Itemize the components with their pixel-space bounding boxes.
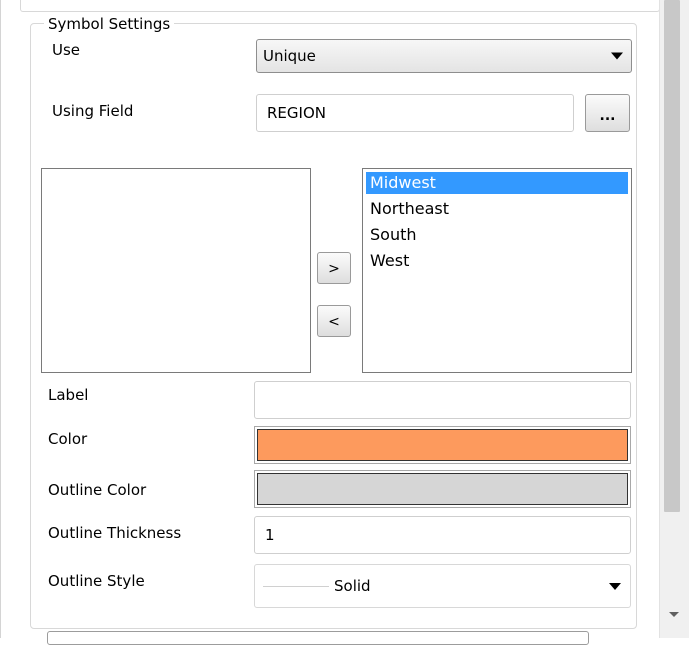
scroll-down-arrow-icon[interactable] — [664, 605, 684, 625]
outline-style-label: Outline Style — [48, 572, 145, 590]
move-right-button[interactable]: > — [317, 252, 351, 284]
using-field-input[interactable]: REGION — [256, 94, 574, 132]
outline-color-swatch — [257, 473, 628, 505]
outline-style-value: Solid — [334, 577, 371, 595]
list-item-west[interactable]: West — [366, 250, 628, 272]
next-field-partial — [47, 631, 589, 645]
list-item-south[interactable]: South — [366, 224, 628, 246]
label-label: Label — [48, 386, 89, 404]
use-label: Use — [52, 41, 81, 59]
color-picker[interactable] — [254, 426, 631, 464]
color-swatch — [257, 429, 628, 461]
label-input[interactable] — [254, 381, 631, 419]
outline-color-picker[interactable] — [254, 470, 631, 508]
use-dropdown[interactable]: Unique — [256, 39, 632, 73]
using-field-value: REGION — [267, 104, 326, 122]
outline-thickness-label: Outline Thickness — [48, 524, 182, 542]
available-values-list[interactable] — [41, 168, 311, 373]
using-field-label: Using Field — [52, 102, 134, 120]
move-left-button[interactable]: < — [317, 305, 351, 337]
list-item-midwest[interactable]: Midwest — [366, 172, 628, 194]
list-item-northeast[interactable]: Northeast — [366, 198, 628, 220]
outline-thickness-input[interactable]: 1 — [254, 516, 631, 554]
browse-field-button[interactable]: ... — [585, 94, 630, 132]
selected-values-list[interactable]: Midwest Northeast South West — [362, 168, 632, 373]
outline-color-label: Outline Color — [48, 481, 147, 499]
chevron-down-icon — [609, 583, 621, 590]
chevron-down-icon — [611, 52, 623, 60]
outline-style-dropdown[interactable]: Solid — [254, 564, 631, 608]
color-label: Color — [48, 430, 88, 448]
outline-thickness-value: 1 — [265, 526, 275, 544]
line-style-preview — [263, 586, 329, 587]
previous-group-border — [20, 0, 660, 12]
scrollbar-thumb[interactable] — [664, 0, 680, 512]
use-dropdown-value: Unique — [263, 47, 316, 65]
group-title: Symbol Settings — [44, 14, 175, 34]
